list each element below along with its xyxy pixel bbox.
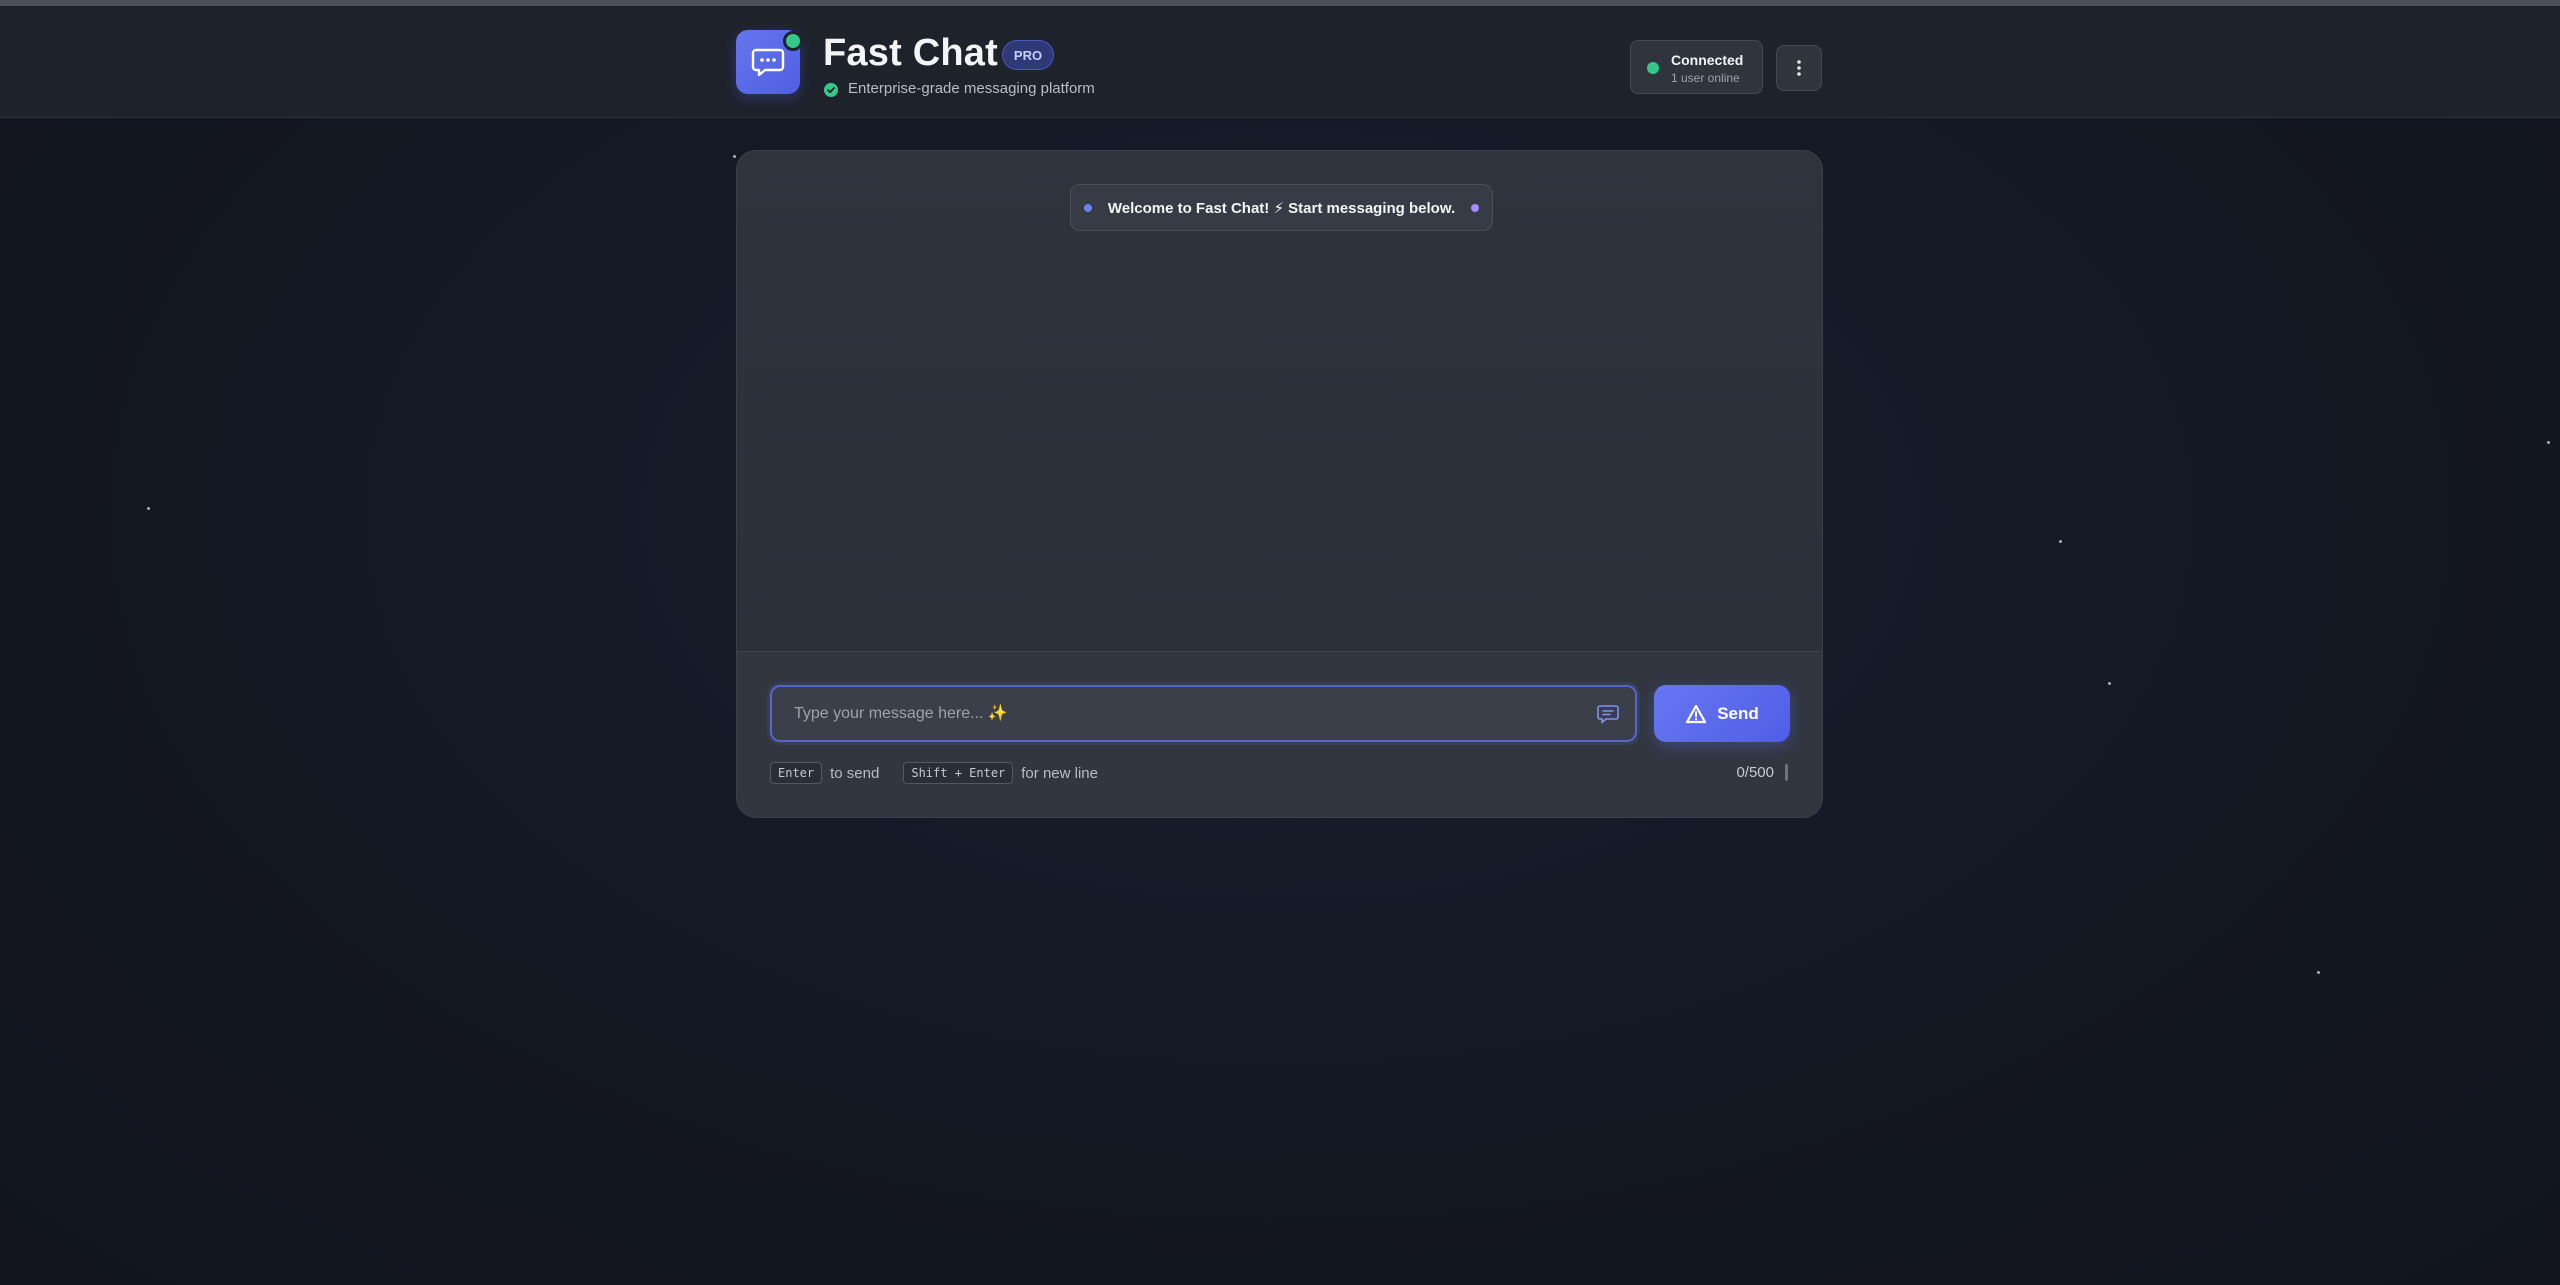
character-count-bar: [1785, 764, 1788, 781]
send-button[interactable]: Send: [1654, 685, 1790, 742]
message-list[interactable]: Welcome to Fast Chat! ⚡ Start messaging …: [737, 151, 1822, 651]
message-input-wrapper: [770, 685, 1637, 742]
background-star: [2108, 682, 2111, 685]
send-triangle-icon: [1686, 704, 1707, 723]
app-title: Fast Chat: [823, 32, 998, 74]
message-composer: Send Enter to send Shift + Enter for new…: [737, 651, 1822, 817]
message-input[interactable]: [772, 687, 1635, 740]
enter-key-hint: Enter: [770, 762, 823, 784]
blue-dot-icon: [1083, 203, 1092, 212]
background-star: [2547, 441, 2550, 444]
app-header: Fast Chat PRO Enterprise-grade messaging…: [0, 6, 2560, 118]
background-star: [733, 155, 736, 158]
keyboard-hints: Enter to send Shift + Enter for new line: [770, 760, 1098, 786]
more-menu-button[interactable]: [1776, 45, 1822, 91]
character-count: 0/500: [1736, 764, 1774, 781]
status-dot: [1647, 62, 1659, 74]
newline-hint-text: for new line: [1021, 764, 1098, 782]
chat-panel: Welcome to Fast Chat! ⚡ Start messaging …: [736, 150, 1823, 818]
send-hint-text: to send: [830, 764, 880, 782]
welcome-text: Welcome to Fast Chat! ⚡ Start messaging …: [1107, 199, 1456, 217]
purple-dot-icon: [1471, 203, 1480, 212]
welcome-banner: Welcome to Fast Chat! ⚡ Start messaging …: [1070, 184, 1493, 231]
connection-status[interactable]: Connected 1 user online: [1630, 40, 1763, 94]
background-star: [147, 507, 150, 510]
app-subtitle: Enterprise-grade messaging platform: [848, 80, 1095, 97]
online-indicator: [783, 31, 803, 51]
shift-enter-key-hint: Shift + Enter: [903, 762, 1014, 784]
status-title: Connected: [1671, 52, 1744, 68]
message-square-icon[interactable]: [1597, 704, 1619, 724]
pro-badge: PRO: [1002, 40, 1054, 70]
send-label: Send: [1717, 703, 1759, 723]
background-star: [2317, 971, 2320, 974]
status-subtitle: 1 user online: [1671, 71, 1740, 85]
background-star: [2059, 540, 2062, 543]
kebab-menu-icon: [1797, 60, 1801, 76]
check-circle-icon: [824, 83, 838, 97]
